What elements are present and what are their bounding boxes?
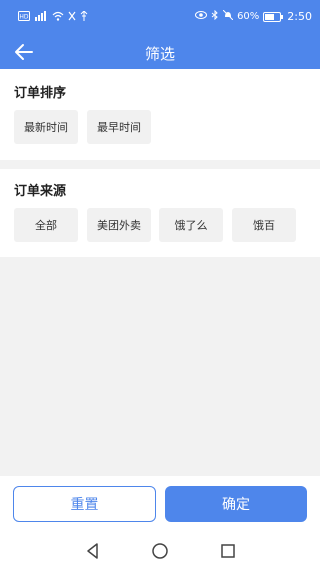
nav-recents-icon[interactable] [219,542,237,560]
page-title: 筛选 [144,45,175,63]
battery-percent: 60% [237,11,260,22]
source-option-meituan[interactable]: 美团外卖 [87,208,151,242]
nav-home-icon[interactable] [151,542,169,560]
sort-option-oldest[interactable]: 最早时间 [87,110,151,144]
nfc-icon: HD [18,11,30,24]
sort-section: 订单排序 最新时间 最早时间 [0,69,320,160]
usb-icon [80,10,88,24]
svg-text:HD: HD [19,14,29,21]
confirm-button[interactable]: 确定 [165,486,307,522]
source-option-all[interactable]: 全部 [14,208,78,242]
app-bar: 筛选 [0,36,320,69]
reset-button[interactable]: 重置 [13,486,156,522]
source-section-title: 订单来源 [14,184,67,199]
silent-icon [68,11,76,24]
action-bar: 重置 确定 [0,476,320,533]
source-option-eleme[interactable]: 饿了么 [159,208,223,242]
system-nav-bar [0,533,320,569]
status-left-icons: HD [18,10,88,24]
mute-icon [222,9,234,23]
eye-icon [195,10,208,23]
clock: 2:50 [287,10,312,23]
sort-option-newest[interactable]: 最新时间 [14,110,78,144]
nav-back-icon[interactable] [84,542,102,560]
source-section: 订单来源 全部 美团外卖 饿了么 饿百 [0,169,320,257]
status-bar: HD 60% 2:50 [0,0,320,36]
signal-icon [34,11,48,24]
status-right-icons: 60% 2:50 [195,9,312,23]
bluetooth-icon [211,9,219,23]
wifi-icon [52,11,64,24]
battery-icon [263,11,284,22]
sort-section-title: 订单排序 [14,86,67,101]
source-option-ebai[interactable]: 饿百 [232,208,296,242]
